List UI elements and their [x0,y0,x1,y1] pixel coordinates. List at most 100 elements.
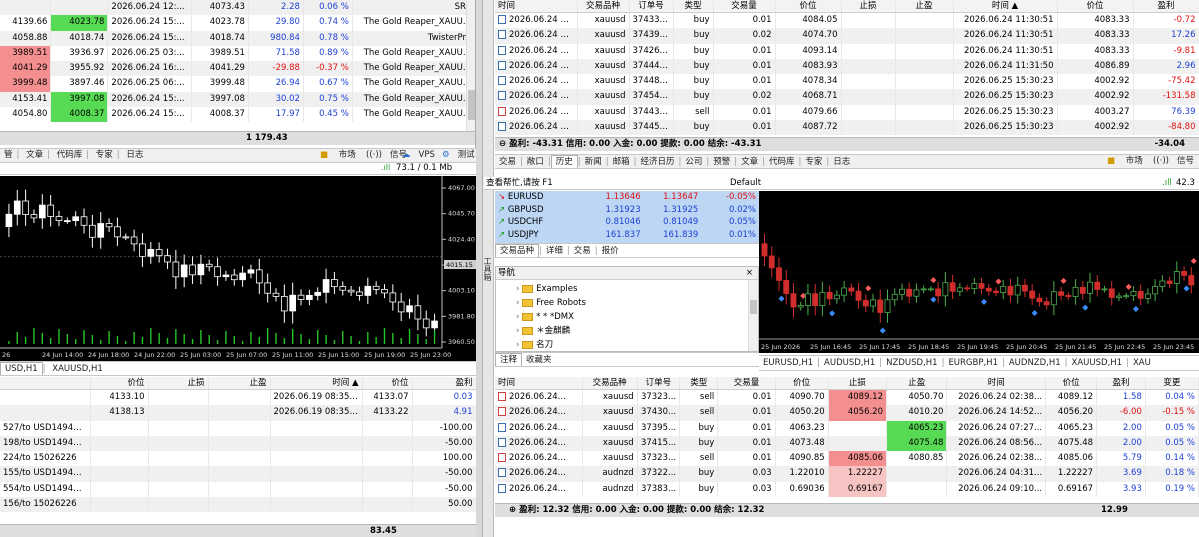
market-watch-tab-3[interactable]: 报价 [598,245,623,257]
left-top-scrollbar[interactable] [466,0,475,131]
table-row[interactable]: 198/to USD14945429 -50.00 [0,435,476,452]
toolbox-sidebar[interactable]: 工具箱 [483,0,494,537]
right-chart[interactable]: 25 Jun 2026 25 Jun 16:45 25 Jun 17:45 25 Ju… [759,191,1199,353]
expand-icon[interactable]: ⊕ [509,505,516,515]
right-tab-2[interactable]: 历史 [550,155,578,168]
table-row[interactable]: 4153.41 3997.08 2026.06.24 15:... 3997.08 30… [0,91,475,108]
market-watch-row[interactable]: ↘ EURUSD 1.13646 1.13647 -0.05% [495,191,759,204]
right-tab-1[interactable]: 敞口 [523,156,548,168]
market-watch-tab-1[interactable]: 详细 [542,245,567,257]
market-watch-tab-2[interactable]: 交易 [570,245,595,257]
table-row[interactable]: 4054.80 4008.37 2026.06.24 15:... 4008.37 17… [0,107,475,123]
left-tab-4[interactable]: 日志 [122,149,147,162]
right-tab-5[interactable]: 经济日历 [636,156,678,168]
candle-body [1021,284,1028,292]
close-icon[interactable]: × [746,267,753,279]
right-tab-10[interactable]: 专家 [801,156,826,168]
right-chart-tab-3[interactable]: EURGBP,H1 [944,356,1002,370]
market-watch-row[interactable]: ↗ USDJPY 161.837 161.839 0.01% [495,229,759,242]
left-chart-tab-1[interactable]: XAUUSD,H1 [48,363,107,375]
table-row[interactable]: 155/to USD14945429 -50.00 [0,466,476,482]
collapse-icon[interactable]: ⊖ [499,139,506,149]
symbol-cell: xauusd [577,12,630,29]
market-watch-row[interactable]: ↗ USDCHF 0.81046 0.81049 0.05% [495,216,759,229]
right-market-button[interactable]: ■ 市场 [1099,155,1151,168]
right-signal-button[interactable]: ((·)) 信号 [1145,155,1199,168]
navigator-tab-1[interactable]: 收藏夹 [522,354,556,366]
left-chart-tab-0[interactable]: USD,H1 [0,362,43,375]
market-watch-tab-0[interactable]: 交易品种 [495,244,540,257]
navigator-item[interactable]: › Examples [496,282,758,296]
right-tab-6[interactable]: 公司 [681,156,706,168]
table-row[interactable]: 4133.102026.06.19 08:35:014133.070.030.0… [0,389,476,406]
symbol-cell: xauusd [577,28,630,44]
table-row[interactable]: 4138.132026.06.19 08:35:014133.224.910.1… [0,405,476,421]
navigator-item[interactable]: › ＊金麒麟 [496,324,758,338]
profile-selector[interactable]: Default [730,177,761,189]
table-row[interactable]: 2026.06.24... audnzd 37383... buy 0.03 0.6903… [495,481,1199,498]
table-row[interactable]: 2026.06.24 1... xauusd 374438... sell 0.01 40… [495,104,1199,121]
table-row[interactable]: 3999.48 3897.46 2026.06.25 06:... 3999.48 26… [0,76,475,92]
table-row[interactable]: 2026.06.24 1... xauusd 374448... buy 0.01 408… [495,58,1199,75]
column-header: 价位 [362,377,413,390]
table-row[interactable]: 2026.06.24 1... xauusd 374398... buy 0.02 407… [495,28,1199,44]
table-row[interactable]: 156/to 15026226 50.00 [0,497,476,513]
navigator-tab-0[interactable]: 注释 [495,353,523,366]
right-chart-tab-6[interactable]: XAU [1129,356,1155,370]
table-row[interactable]: 527/to USD14945429 -100.00 [0,420,476,436]
right-tab-7[interactable]: 预警 [709,156,734,168]
table-row[interactable]: 2026.06.24... xauusd 37395... buy 0.01 4063.2… [495,420,1199,436]
left-chart[interactable]: 4067.00 4045.70 4024.40 4015.15 4003.10 3981.… [0,176,476,361]
table-row[interactable]: 2026.06.24... xauusd 37323... sell 0.01 4090.… [495,451,1199,467]
navigator-item[interactable]: › * * *DMX [496,310,758,324]
table-row[interactable]: 2026.06.24 1... xauusd 374549... buy 0.02 406… [495,89,1199,105]
right-tab-9[interactable]: 代码库 [765,156,799,168]
table-row[interactable]: 2026.06.24 1... xauusd 374452... buy 0.01 408… [495,120,1199,136]
right-tab-0[interactable]: 交易 [495,156,520,168]
market-watch-row[interactable]: ↗ GBPUSD 1.31923 1.31925 0.02% [495,204,759,217]
navigator-item[interactable]: › 名刀 [496,338,758,351]
market-button[interactable]: ■ 市场 [312,149,364,162]
navigator-item-label: * * *DMX [536,312,574,322]
right-top-summary-total: -34.04 [1154,139,1185,149]
table-row[interactable]: 2026.06.24... xauusd 37430... sell 0.01 4050.… [495,405,1199,421]
table-row[interactable]: 224/to 15026226 100.00 [0,451,476,467]
time-text: 2026.06.24... [509,483,566,494]
table-row[interactable]: 2026.06.24 1... xauusd 374332... buy 0.01 408… [495,12,1199,29]
right-tab-8[interactable]: 文章 [737,156,762,168]
table-row[interactable]: 2026.06.24... xauusd 37415... buy 0.01 4073.4… [495,435,1199,452]
right-chart-tab-5[interactable]: XAUUSD,H1 [1068,356,1127,370]
time-cell: 2026.06.24... [495,420,583,436]
table-row[interactable]: 2026.06.24 1... xauusd 374483... buy 0.01 407… [495,74,1199,90]
table-row[interactable]: 2026.06.24 0... xauusd 374267... buy 0.01 409… [495,43,1199,59]
navigator-scrollbar[interactable] [748,280,758,351]
table-row[interactable]: 3989.51 3936.97 2026.06.25 03:... 3989.51 71… [0,45,475,62]
left-tab-2[interactable]: 代码库 [53,149,87,162]
right-tab-11[interactable]: 日志 [829,156,854,168]
pane-divider[interactable] [476,0,483,537]
table-row[interactable]: 4058.88 4018.74 2026.06.24 15:... 4018.74 98… [0,30,475,46]
right-chart-tab-4[interactable]: AUDNZD,H1 [1005,356,1065,370]
right-chart-tab-2[interactable]: NZDUSD,H1 [882,356,941,370]
cell-e [270,451,363,467]
right-chart-tab-1[interactable]: AUDUSD,H1 [820,356,879,370]
help-search-input[interactable]: 查看帮忙,请按 F1 [486,177,553,189]
table-row[interactable]: 2026.06.24... xauusd 37323... sell 0.01 4090.… [495,389,1199,406]
right-tab-4[interactable]: 邮箱 [609,156,634,168]
table-row[interactable]: 2026.06.24... audnzd 37322... buy 0.03 1.2201… [495,466,1199,482]
tester-button[interactable]: ⚙ 测试 [434,149,476,162]
left-tab-1[interactable]: 文章 [22,149,47,162]
time-text: 2026.06.24 1... [509,30,574,41]
buy-deal-marker [778,295,785,302]
right-tab-3[interactable]: 新闻 [581,156,606,168]
left-tab-3[interactable]: 专家 [92,149,117,162]
table-row[interactable]: 4139.66 4023.78 2026.06.24 15:... 4023.78 29… [0,15,475,31]
table-row[interactable]: 2026.06.24 12:... 4073.43 2.28 0.06 % SRP [0,0,475,16]
navigator-item[interactable]: › Free Robots [496,296,758,310]
table-row[interactable]: 4041.29 3955.92 2026.06.24 16:... 4041.29 -2… [0,61,475,77]
left-tab-0[interactable]: 管 [0,149,17,162]
table-row[interactable]: 554/to USD14945429 -50.00 [0,481,476,498]
profit-cell: 3.93 [1096,481,1146,498]
right-chart-tab-0[interactable]: EURUSD,H1 [759,356,817,370]
candle-body [13,200,21,215]
